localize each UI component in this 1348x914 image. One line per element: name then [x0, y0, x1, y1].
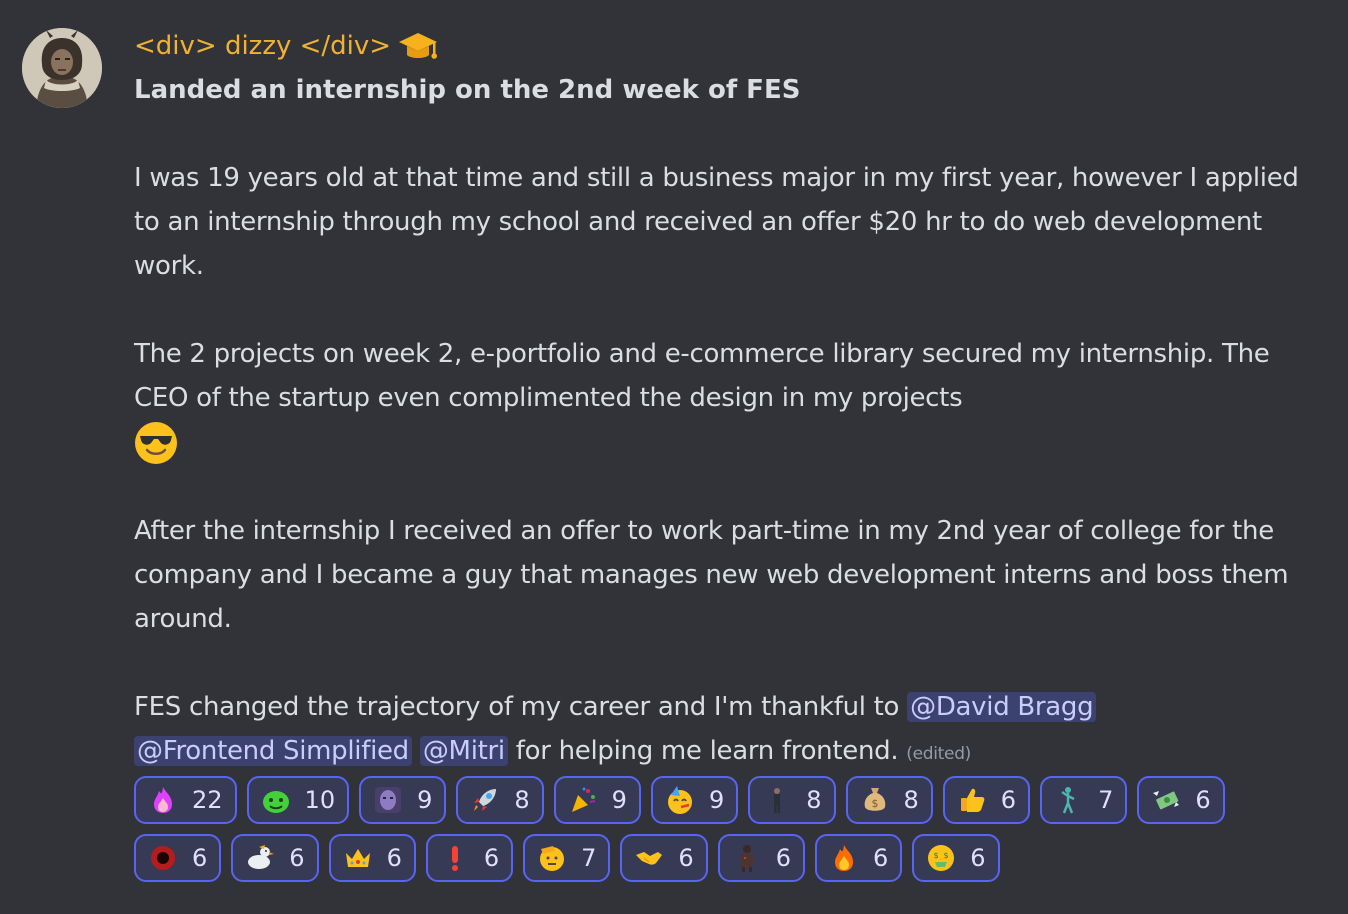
fire-icon — [829, 843, 859, 873]
exclamation-icon — [440, 843, 470, 873]
reaction-rocket[interactable]: 8 — [456, 776, 544, 824]
mention-frontend-simplified[interactable]: @Frontend Simplified — [134, 735, 412, 766]
thanos-icon — [373, 785, 403, 815]
reaction-count: 7 — [581, 844, 597, 872]
paragraph-2-text: The 2 projects on week 2, e-portfolio an… — [134, 339, 1270, 413]
reaction-thanos[interactable]: 9 — [359, 776, 447, 824]
paragraph-4: FES changed the trajectory of my career … — [134, 685, 1324, 776]
saluting-face-icon — [537, 843, 567, 873]
message-content: <div> dizzy </div> Landed an internship … — [134, 26, 1324, 776]
reactions: 22 10 9 8 9 9 8 $ 8 6 7 6 6 6 6 6 7 6 6 … — [134, 776, 1314, 892]
reaction-count: 6 — [289, 844, 305, 872]
reaction-flying-money[interactable]: 6 — [1137, 776, 1225, 824]
reaction-dancing-man[interactable]: 8 — [748, 776, 836, 824]
reaction-money-bag[interactable]: $ 8 — [845, 776, 933, 824]
mention-mitri[interactable]: @Mitri — [419, 735, 508, 766]
reaction-red-ring[interactable]: 6 — [134, 834, 222, 882]
reaction-count: 6 — [1195, 786, 1211, 814]
reaction-party-face[interactable]: 9 — [650, 776, 739, 824]
reaction-fire[interactable]: 6 — [814, 834, 903, 882]
party-face-icon — [665, 785, 695, 815]
reaction-count: 8 — [514, 786, 530, 814]
reaction-exclamation[interactable]: 6 — [425, 834, 514, 882]
graduation-cap-icon — [397, 29, 439, 63]
paragraph-2: The 2 projects on week 2, e-portfolio an… — [134, 332, 1324, 465]
rocket-icon — [470, 785, 500, 815]
handshake-icon — [634, 843, 664, 873]
svg-text:$: $ — [871, 797, 878, 810]
dancing-man-icon — [762, 785, 792, 815]
reaction-count: 8 — [806, 786, 822, 814]
message-body: I was 19 years old at that time and stil… — [134, 112, 1324, 776]
avatar-portrait-icon — [22, 28, 102, 108]
party-popper-icon — [568, 785, 598, 815]
reaction-count: 10 — [304, 786, 336, 814]
avatar[interactable] — [22, 28, 102, 108]
thumbs-up-icon — [957, 785, 987, 815]
green-blob-icon — [261, 785, 291, 815]
paragraph-1: I was 19 years old at that time and stil… — [134, 163, 1299, 281]
reaction-count: 9 — [611, 786, 627, 814]
reaction-count: 6 — [775, 844, 791, 872]
sunglasses-emoji-icon — [134, 421, 178, 465]
reaction-dark-figure[interactable]: 6 — [717, 834, 805, 882]
reaction-row-2: 6 6 6 6 7 6 6 6 $ $ 6 — [134, 834, 1314, 882]
pink-fire-icon — [148, 785, 178, 815]
reaction-count: 9 — [708, 786, 725, 814]
message-header: <div> dizzy </div> — [134, 26, 1324, 66]
svg-text:$: $ — [934, 851, 939, 860]
reaction-handshake[interactable]: 6 — [620, 834, 708, 882]
reaction-count: 7 — [1098, 786, 1114, 814]
edited-label: (edited) — [906, 743, 972, 764]
reaction-party-popper[interactable]: 9 — [553, 776, 641, 824]
reaction-count: 6 — [872, 844, 889, 872]
reaction-saluting-face[interactable]: 7 — [523, 834, 611, 882]
reaction-count: 6 — [970, 844, 986, 872]
reaction-green-blob[interactable]: 10 — [246, 776, 350, 824]
reaction-count: 6 — [1000, 786, 1017, 814]
paragraph-4-before: FES changed the trajectory of my career … — [134, 691, 908, 722]
reaction-count: 6 — [192, 844, 208, 872]
paragraph-3: After the internship I received an offer… — [134, 515, 1289, 634]
message-title: Landed an internship on the 2nd week of … — [134, 75, 801, 105]
reaction-count: 6 — [678, 844, 694, 872]
reaction-money-mouth-face[interactable]: $ $ 6 — [912, 834, 1000, 882]
reaction-count: 6 — [483, 844, 500, 872]
username[interactable]: <div> dizzy </div> — [134, 31, 391, 61]
dark-figure-icon — [732, 843, 762, 873]
reaction-pink-fire[interactable]: 22 — [134, 776, 237, 824]
reaction-count: 9 — [417, 786, 433, 814]
paragraph-4-after: for helping me learn frontend. — [515, 735, 899, 766]
reaction-thumbs-up[interactable]: 6 — [942, 776, 1031, 824]
reaction-dancing-figure[interactable]: 7 — [1040, 776, 1128, 824]
svg-text:$: $ — [944, 851, 949, 860]
money-mouth-face-icon: $ $ — [926, 843, 956, 873]
chat-message: <div> dizzy </div> Landed an internship … — [0, 0, 1348, 914]
reaction-crown[interactable]: 6 — [328, 834, 416, 882]
mention-david-bragg[interactable]: @David Bragg — [907, 691, 1097, 722]
crown-icon — [343, 843, 373, 873]
red-ring-icon — [148, 843, 178, 873]
reaction-duck[interactable]: 6 — [231, 834, 319, 882]
reaction-count: 8 — [903, 786, 919, 814]
duck-icon — [245, 843, 275, 873]
reaction-row-1: 22 10 9 8 9 9 8 $ 8 6 7 6 — [134, 776, 1314, 824]
money-bag-icon: $ — [860, 785, 890, 815]
flying-money-icon — [1151, 785, 1181, 815]
reaction-count: 22 — [192, 786, 223, 814]
dancing-figure-icon — [1054, 785, 1084, 815]
reaction-count: 6 — [386, 844, 402, 872]
